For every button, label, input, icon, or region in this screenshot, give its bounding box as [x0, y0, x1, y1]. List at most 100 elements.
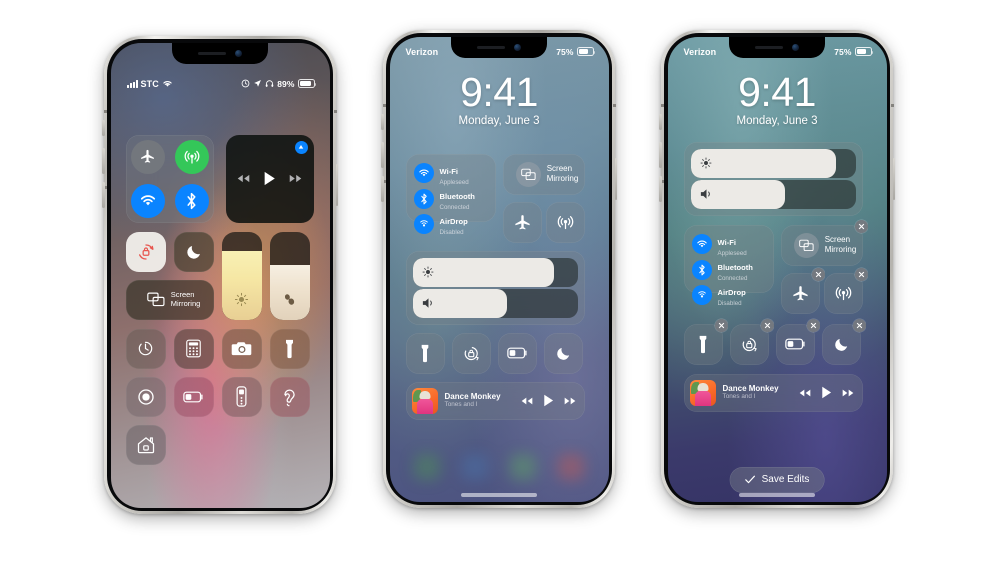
- wifi-toggle[interactable]: [130, 183, 165, 218]
- remove-airplane-mode-button[interactable]: [811, 267, 825, 281]
- lock-screen-clock: 9:41 Monday, June 3: [390, 70, 609, 127]
- screen-mirroring-label: Screen Mirroring: [170, 289, 201, 308]
- cellular-data-toggle[interactable]: [545, 201, 585, 243]
- flashlight-toggle[interactable]: [405, 332, 445, 374]
- cellular-data-toggle[interactable]: [823, 267, 868, 314]
- volume-up-button[interactable]: [659, 142, 662, 168]
- bluetooth-toggle[interactable]: [174, 183, 209, 218]
- close-icon: [718, 322, 724, 328]
- airplane-icon: [514, 214, 530, 229]
- airplay-badge-icon[interactable]: [294, 140, 308, 154]
- volume-up-button[interactable]: [381, 142, 384, 168]
- brightness-slider[interactable]: [412, 257, 578, 287]
- fast-forward-button[interactable]: [842, 388, 854, 398]
- connectivity-module[interactable]: Wi-Fi Appleseed Bluetooth Connected AirD…: [683, 224, 774, 307]
- media-widget[interactable]: [225, 134, 314, 223]
- rewind-button[interactable]: [237, 173, 250, 184]
- control-center-p2: Wi-Fi Appleseed Bluetooth Connected AirD…: [405, 153, 585, 420]
- do-not-disturb-toggle[interactable]: [543, 332, 583, 374]
- volume-up-button[interactable]: [102, 148, 105, 174]
- battery-percent-label: 75%: [834, 46, 852, 57]
- airdrop-title: AirDrop: [439, 217, 468, 227]
- play-button[interactable]: [543, 394, 554, 407]
- rewind-button[interactable]: [799, 388, 811, 398]
- battery-icon: [297, 79, 317, 88]
- cellular-data-toggle[interactable]: [174, 139, 209, 174]
- play-button[interactable]: [821, 386, 832, 399]
- remove-screen-mirroring-button[interactable]: [854, 219, 868, 233]
- rewind-button[interactable]: [521, 396, 533, 406]
- connectivity-module[interactable]: Wi-Fi Appleseed Bluetooth Connected AirD…: [405, 153, 496, 236]
- airplane-mode-toggle[interactable]: [780, 267, 825, 314]
- sliders-module: [683, 141, 863, 216]
- remove-flashlight-button[interactable]: [714, 318, 728, 332]
- rotation-lock-toggle[interactable]: [729, 318, 774, 365]
- brightness-icon: [700, 157, 711, 169]
- screen-mirroring-tile[interactable]: Screen Mirroring: [780, 219, 868, 266]
- volume-down-button[interactable]: [659, 176, 662, 202]
- bluetooth-row[interactable]: Bluetooth Connected: [413, 186, 488, 211]
- airdrop-row[interactable]: AirDrop Disabled: [413, 211, 488, 236]
- calculator-toggle[interactable]: [173, 328, 214, 369]
- screen-record-toggle[interactable]: [125, 376, 166, 417]
- fast-forward-button[interactable]: [289, 173, 302, 184]
- airplane-icon: [792, 285, 808, 300]
- mute-switch[interactable]: [659, 114, 662, 130]
- timer-toggle[interactable]: [125, 328, 166, 369]
- mute-switch[interactable]: [381, 114, 384, 130]
- volume-slider[interactable]: [412, 288, 578, 318]
- remove-do-not-disturb-button[interactable]: [852, 318, 866, 332]
- now-playing-widget[interactable]: Dance Monkey Tones and I: [683, 373, 863, 412]
- rotation-lock-toggle[interactable]: [125, 231, 166, 272]
- airdrop-subtitle: Disabled: [717, 300, 742, 308]
- mute-switch[interactable]: [102, 120, 105, 136]
- power-button[interactable]: [614, 158, 617, 200]
- flashlight-toggle[interactable]: [683, 318, 728, 365]
- remove-rotation-lock-button[interactable]: [760, 318, 774, 332]
- save-edits-label: Save Edits: [761, 474, 810, 485]
- home-indicator[interactable]: [739, 493, 815, 497]
- brightness-slider[interactable]: [221, 231, 262, 320]
- screen-mirroring-tile[interactable]: Screen Mirroring: [502, 153, 585, 195]
- wifi-row[interactable]: Wi-Fi Appleseed: [413, 161, 488, 186]
- volume-down-button[interactable]: [381, 176, 384, 202]
- hearing-toggle[interactable]: [269, 376, 310, 417]
- airplane-mode-toggle[interactable]: [130, 139, 165, 174]
- signal-bars-icon: [126, 79, 138, 88]
- rotation-lock-toggle[interactable]: [451, 332, 491, 374]
- low-power-toggle[interactable]: [775, 318, 820, 365]
- screen-mirroring-label: Screen Mirroring: [546, 164, 579, 183]
- home-indicator[interactable]: [461, 493, 537, 497]
- close-icon: [858, 223, 864, 229]
- now-playing-widget[interactable]: Dance Monkey Tones and I: [405, 381, 585, 420]
- low-power-toggle[interactable]: [173, 376, 214, 417]
- do-not-disturb-toggle[interactable]: [173, 231, 214, 272]
- carrier-label: STC: [140, 78, 159, 89]
- remove-low-power-button[interactable]: [806, 318, 820, 332]
- earpiece-speaker: [477, 45, 505, 49]
- low-power-toggle[interactable]: [497, 332, 537, 374]
- brightness-slider[interactable]: [690, 148, 856, 178]
- camera-toggle[interactable]: [221, 328, 262, 369]
- power-button[interactable]: [335, 164, 338, 206]
- airdrop-row[interactable]: AirDrop Disabled: [691, 282, 766, 308]
- wifi-row[interactable]: Wi-Fi Appleseed: [691, 232, 766, 257]
- remove-cellular-data-button[interactable]: [854, 267, 868, 281]
- save-edits-button[interactable]: Save Edits: [729, 466, 825, 493]
- hearing-slider[interactable]: [269, 231, 310, 320]
- power-button[interactable]: [892, 158, 895, 200]
- volume-slider[interactable]: [690, 179, 856, 209]
- volume-down-button[interactable]: [102, 182, 105, 208]
- screen-mirroring-tile[interactable]: Screen Mirroring: [125, 279, 214, 320]
- fast-forward-button[interactable]: [564, 396, 576, 406]
- play-button[interactable]: [263, 171, 276, 186]
- bluetooth-row[interactable]: Bluetooth Connected: [691, 257, 766, 282]
- connectivity-module[interactable]: [125, 134, 214, 223]
- screen-mirroring-icon: [793, 232, 819, 258]
- wifi-title: Wi-Fi: [439, 166, 459, 176]
- do-not-disturb-toggle[interactable]: [821, 318, 866, 365]
- flashlight-toggle[interactable]: [269, 328, 310, 369]
- airplane-mode-toggle[interactable]: [502, 201, 542, 243]
- apple-tv-remote-toggle[interactable]: [221, 376, 262, 417]
- home-toggle[interactable]: [125, 424, 166, 465]
